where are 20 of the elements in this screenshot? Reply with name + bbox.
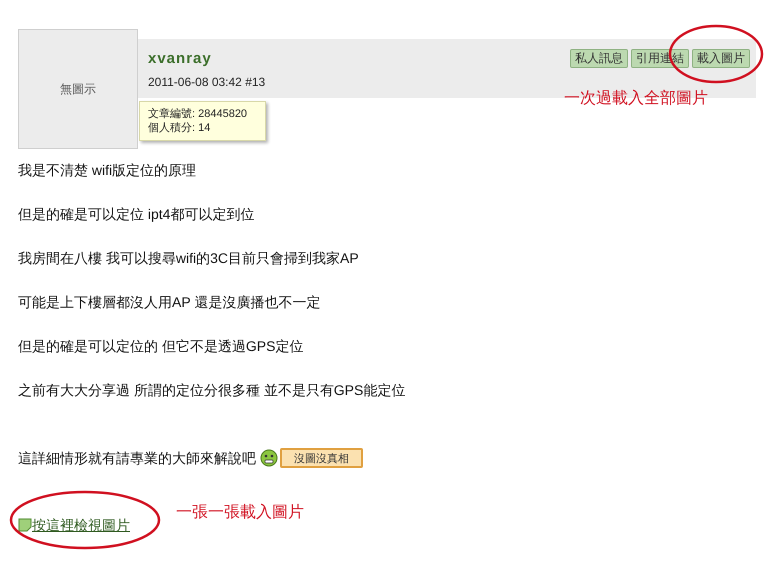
post-paragraph: 但是的確是可以定位 ipt4都可以定到位 bbox=[18, 205, 256, 223]
no-avatar-label: 無圖示 bbox=[60, 81, 96, 98]
action-button[interactable]: 載入圖片 bbox=[692, 49, 750, 68]
annotation-text: 一次過載入全部圖片 bbox=[564, 88, 708, 109]
annotation-text: 一張一張載入圖片 bbox=[176, 502, 304, 523]
post-paragraph: 之前有大大分享過 所謂的定位分很多種 並不是只有GPS能定位 bbox=[18, 381, 406, 399]
image-icon bbox=[18, 518, 32, 532]
smiley-icon bbox=[260, 449, 278, 467]
post-paragraph: 我房間在八樓 我可以搜尋wifi的3C目前只會掃到我家AP bbox=[18, 249, 360, 267]
post-paragraph: 我是不清楚 wifi版定位的原理 bbox=[18, 161, 198, 179]
post-paragraph: 但是的確是可以定位的 但它不是透過GPS定位 bbox=[18, 337, 304, 355]
tooltip-line: 文章編號: 28445820 bbox=[148, 107, 248, 121]
tooltip-line: 個人積分: 14 bbox=[148, 121, 212, 135]
post-paragraph: 可能是上下樓層都沒人用AP 還是沒廣播也不一定 bbox=[18, 293, 322, 311]
view-images-link[interactable]: 按這裡檢視圖片 bbox=[32, 516, 130, 534]
sticker-label: 沒圖沒真相 bbox=[280, 448, 363, 468]
post-meta: 2011-06-08 03:42 #13 bbox=[148, 74, 266, 91]
action-button[interactable]: 私人訊息 bbox=[570, 49, 628, 68]
username[interactable]: xvanray bbox=[148, 49, 266, 69]
post-paragraph: 這詳細情形就有請專業的大師來解說吧 bbox=[18, 449, 256, 467]
